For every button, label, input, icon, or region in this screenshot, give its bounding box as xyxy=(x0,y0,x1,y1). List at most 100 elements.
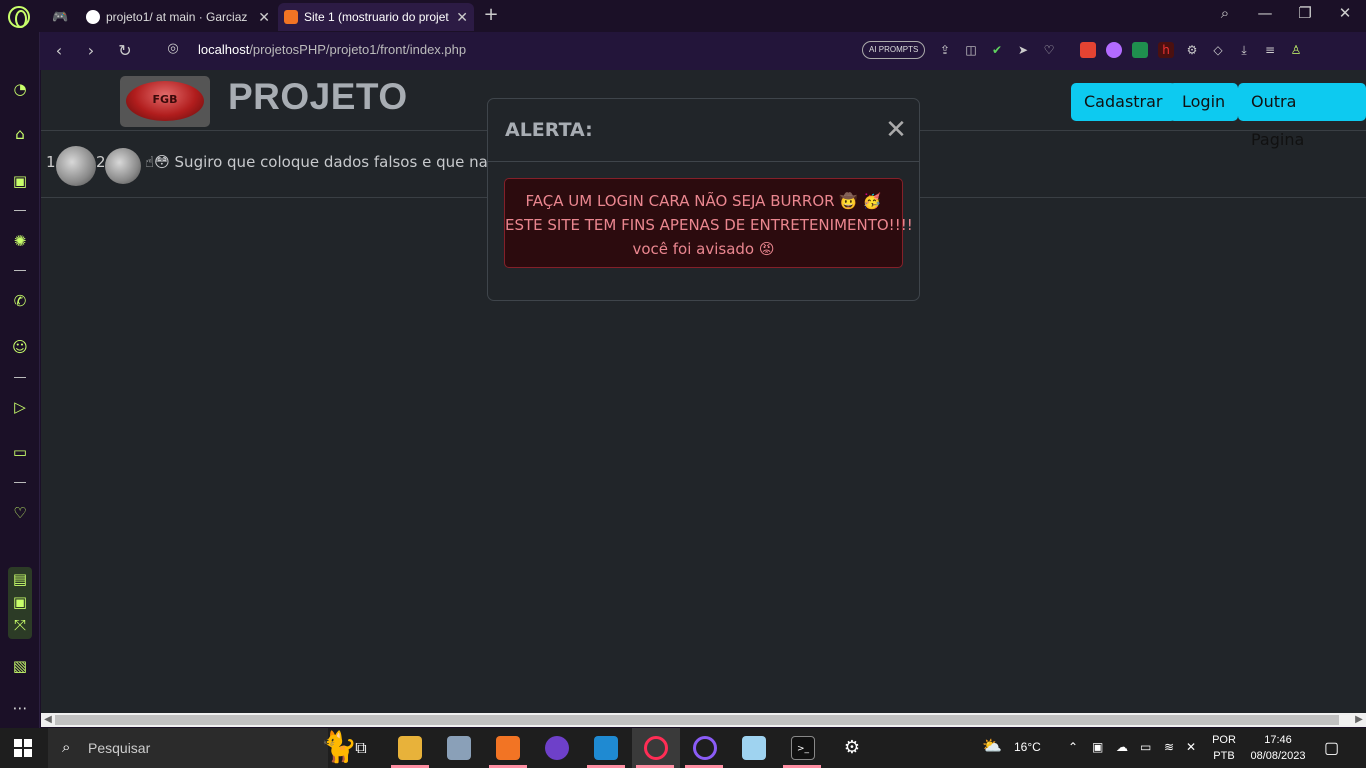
sidebar-divider xyxy=(14,482,26,483)
whatsapp-icon[interactable]: ✆ xyxy=(10,291,30,311)
alert-line: ESTE SITE TEM FINS APENAS DE ENTRETENIME… xyxy=(505,216,913,234)
gallery-icon[interactable]: ▧ xyxy=(10,656,30,676)
language-indicator[interactable]: POR PTB xyxy=(1208,732,1240,764)
ram-limiter-icon[interactable]: ▤ xyxy=(10,569,30,589)
gx-control-icon[interactable]: ▣ xyxy=(10,171,30,191)
battery-icon[interactable]: ▭ xyxy=(1140,740,1151,754)
send-icon[interactable]: ➤ xyxy=(1015,42,1031,58)
onedrive-icon[interactable]: ☁ xyxy=(1116,740,1128,754)
modal-header: ALERTA: ✕ xyxy=(488,99,919,162)
horizontal-scrollbar[interactable]: ◀ ▶ xyxy=(41,713,1366,727)
chevron-up-icon[interactable]: ⌃ xyxy=(1068,740,1078,754)
h-extension-icon[interactable]: h xyxy=(1158,42,1174,58)
speed-dial-icon[interactable]: ◔ xyxy=(10,79,30,99)
opera-gx-icon[interactable] xyxy=(644,736,668,760)
sidebar-divider xyxy=(14,377,26,378)
robot-icon[interactable]: ⚙ xyxy=(1184,42,1200,58)
clock[interactable]: 17:46 08/08/2023 xyxy=(1246,732,1310,764)
tab-label: projeto1/ at main · Garciaz xyxy=(106,10,248,24)
heart-icon[interactable]: ♡ xyxy=(1041,42,1057,58)
page-viewport: FGB PROJETO Cadastrar Login Outra Pagina… xyxy=(41,70,1366,713)
tab-label: Site 1 (mostruario do projet xyxy=(304,10,449,24)
menu-icon[interactable]: ≡ xyxy=(1262,42,1278,58)
cube-icon[interactable]: ◇ xyxy=(1210,42,1226,58)
xampp-icon xyxy=(284,10,298,24)
wallet-icon[interactable]: ▭ xyxy=(10,442,30,462)
scrollbar-thumb[interactable] xyxy=(55,715,1339,725)
translate-icon[interactable] xyxy=(1132,42,1148,58)
back-button[interactable]: ‹ xyxy=(48,41,70,60)
windows-taskbar: ⌕ Pesquisar 🐈 ⧉ >_ ⚙ ⛅ 16°C ⌃ ▣ ☁ ▭ ≋ ✕ … xyxy=(0,728,1366,768)
chatgpt-icon[interactable]: ✺ xyxy=(10,231,30,251)
search-tabs-icon[interactable]: ⌕ xyxy=(1210,4,1240,22)
task-view-icon[interactable]: ⧉ xyxy=(349,736,373,760)
github-desktop-icon[interactable] xyxy=(545,736,569,760)
close-window-button[interactable]: ✕ xyxy=(1330,4,1360,22)
notes-icon[interactable] xyxy=(742,736,766,760)
extension-icon[interactable] xyxy=(1106,42,1122,58)
more-icon[interactable]: ⋯ xyxy=(10,698,30,718)
scroll-left-arrow[interactable]: ◀ xyxy=(41,713,55,727)
download-icon[interactable]: ⤓ xyxy=(1236,42,1252,58)
heart-icon[interactable]: ♡ xyxy=(10,503,30,523)
url-host: localhost xyxy=(198,42,250,57)
tab-site1[interactable]: Site 1 (mostruario do projet ✕ xyxy=(278,3,474,31)
discord-icon[interactable]: ☺ xyxy=(10,337,30,357)
url-path: /projetosPHP/projeto1/front/index.php xyxy=(249,42,467,57)
alert-line: FAÇA UM LOGIN CARA NÃO SEJA BURROR 🤠 🥳 xyxy=(525,192,882,210)
shield-icon[interactable]: ✔ xyxy=(989,42,1005,58)
share-icon[interactable]: ⇪ xyxy=(937,42,953,58)
network-limiter-icon[interactable]: ⤧ xyxy=(10,615,30,635)
alert-line: você foi avisado 😡 xyxy=(632,240,775,258)
search-input[interactable]: Pesquisar xyxy=(88,740,150,756)
weather-temp[interactable]: 16°C xyxy=(1014,740,1041,754)
minimize-button[interactable]: — xyxy=(1250,4,1280,22)
windows-start-icon[interactable] xyxy=(14,739,32,757)
bag-icon[interactable]: ⌂ xyxy=(10,124,30,144)
tab-github[interactable]: projeto1/ at main · Garciaz ✕ xyxy=(80,3,276,31)
meet-icon[interactable]: ▣ xyxy=(1092,740,1103,754)
terminal-icon[interactable]: >_ xyxy=(791,736,815,760)
sidebar-divider xyxy=(14,270,26,271)
taskbar-search[interactable]: ⌕ Pesquisar 🐈 xyxy=(48,728,357,768)
gx-tab-icon[interactable]: 🎮 xyxy=(46,3,74,31)
close-icon[interactable]: ✕ xyxy=(882,115,910,145)
photos-icon[interactable] xyxy=(447,736,471,760)
ai-prompts-button[interactable]: AI PROMPTS xyxy=(862,41,926,59)
scroll-right-arrow[interactable]: ▶ xyxy=(1352,713,1366,727)
address-bar: ‹ › ↻ ◎ localhost/projetosPHP/projeto1/f… xyxy=(40,32,1366,70)
alert-modal: ALERTA: ✕ FAÇA UM LOGIN CARA NÃO SEJA BU… xyxy=(487,98,920,301)
maximize-button[interactable]: ❐ xyxy=(1290,4,1320,22)
site-info-icon[interactable]: ◎ xyxy=(162,41,184,56)
weather-icon[interactable]: ⛅ xyxy=(982,736,1002,756)
search-icon: ⌕ xyxy=(62,738,71,756)
new-tab-button[interactable]: + xyxy=(476,4,506,25)
wifi-icon[interactable]: ≋ xyxy=(1164,740,1174,754)
settings-gear-icon[interactable]: ⚙ xyxy=(840,736,864,760)
opera-icon[interactable] xyxy=(693,736,717,760)
close-tab-icon[interactable]: ✕ xyxy=(252,9,270,26)
todoist-icon[interactable] xyxy=(1080,42,1096,58)
reload-button[interactable]: ↻ xyxy=(114,41,136,60)
clock-time: 17:46 xyxy=(1264,734,1292,746)
close-tab-icon[interactable]: ✕ xyxy=(450,9,468,26)
cpu-limiter-icon[interactable]: ▣ xyxy=(10,592,30,612)
vscode-icon[interactable] xyxy=(594,736,618,760)
url-field[interactable]: localhost/projetosPHP/projeto1/front/ind… xyxy=(198,42,466,57)
opera-logo-icon[interactable] xyxy=(8,6,30,28)
xampp-icon[interactable] xyxy=(496,736,520,760)
player-icon[interactable]: ▷ xyxy=(10,397,30,417)
camera-icon[interactable]: ◫ xyxy=(963,42,979,58)
browser-sidebar: ◔ ⌂ ▣ ✺ ✆ ☺ ▷ ▭ ♡ ▤ ▣ ⤧ ▧ ⋯ xyxy=(0,32,40,729)
clock-date: 08/08/2023 xyxy=(1250,750,1306,762)
forward-button[interactable]: › xyxy=(80,41,102,60)
keyboard-layout: PTB xyxy=(1213,750,1235,762)
gamepad-icon: 🎮 xyxy=(52,9,69,24)
notifications-icon[interactable]: ▢ xyxy=(1324,738,1339,758)
github-icon xyxy=(86,10,100,24)
volume-muted-icon[interactable]: ✕ xyxy=(1186,740,1196,754)
language-code: POR xyxy=(1212,734,1236,746)
profile-icon[interactable]: ♙ xyxy=(1288,42,1304,58)
modal-title: ALERTA: xyxy=(505,119,593,141)
file-explorer-icon[interactable] xyxy=(398,736,422,760)
